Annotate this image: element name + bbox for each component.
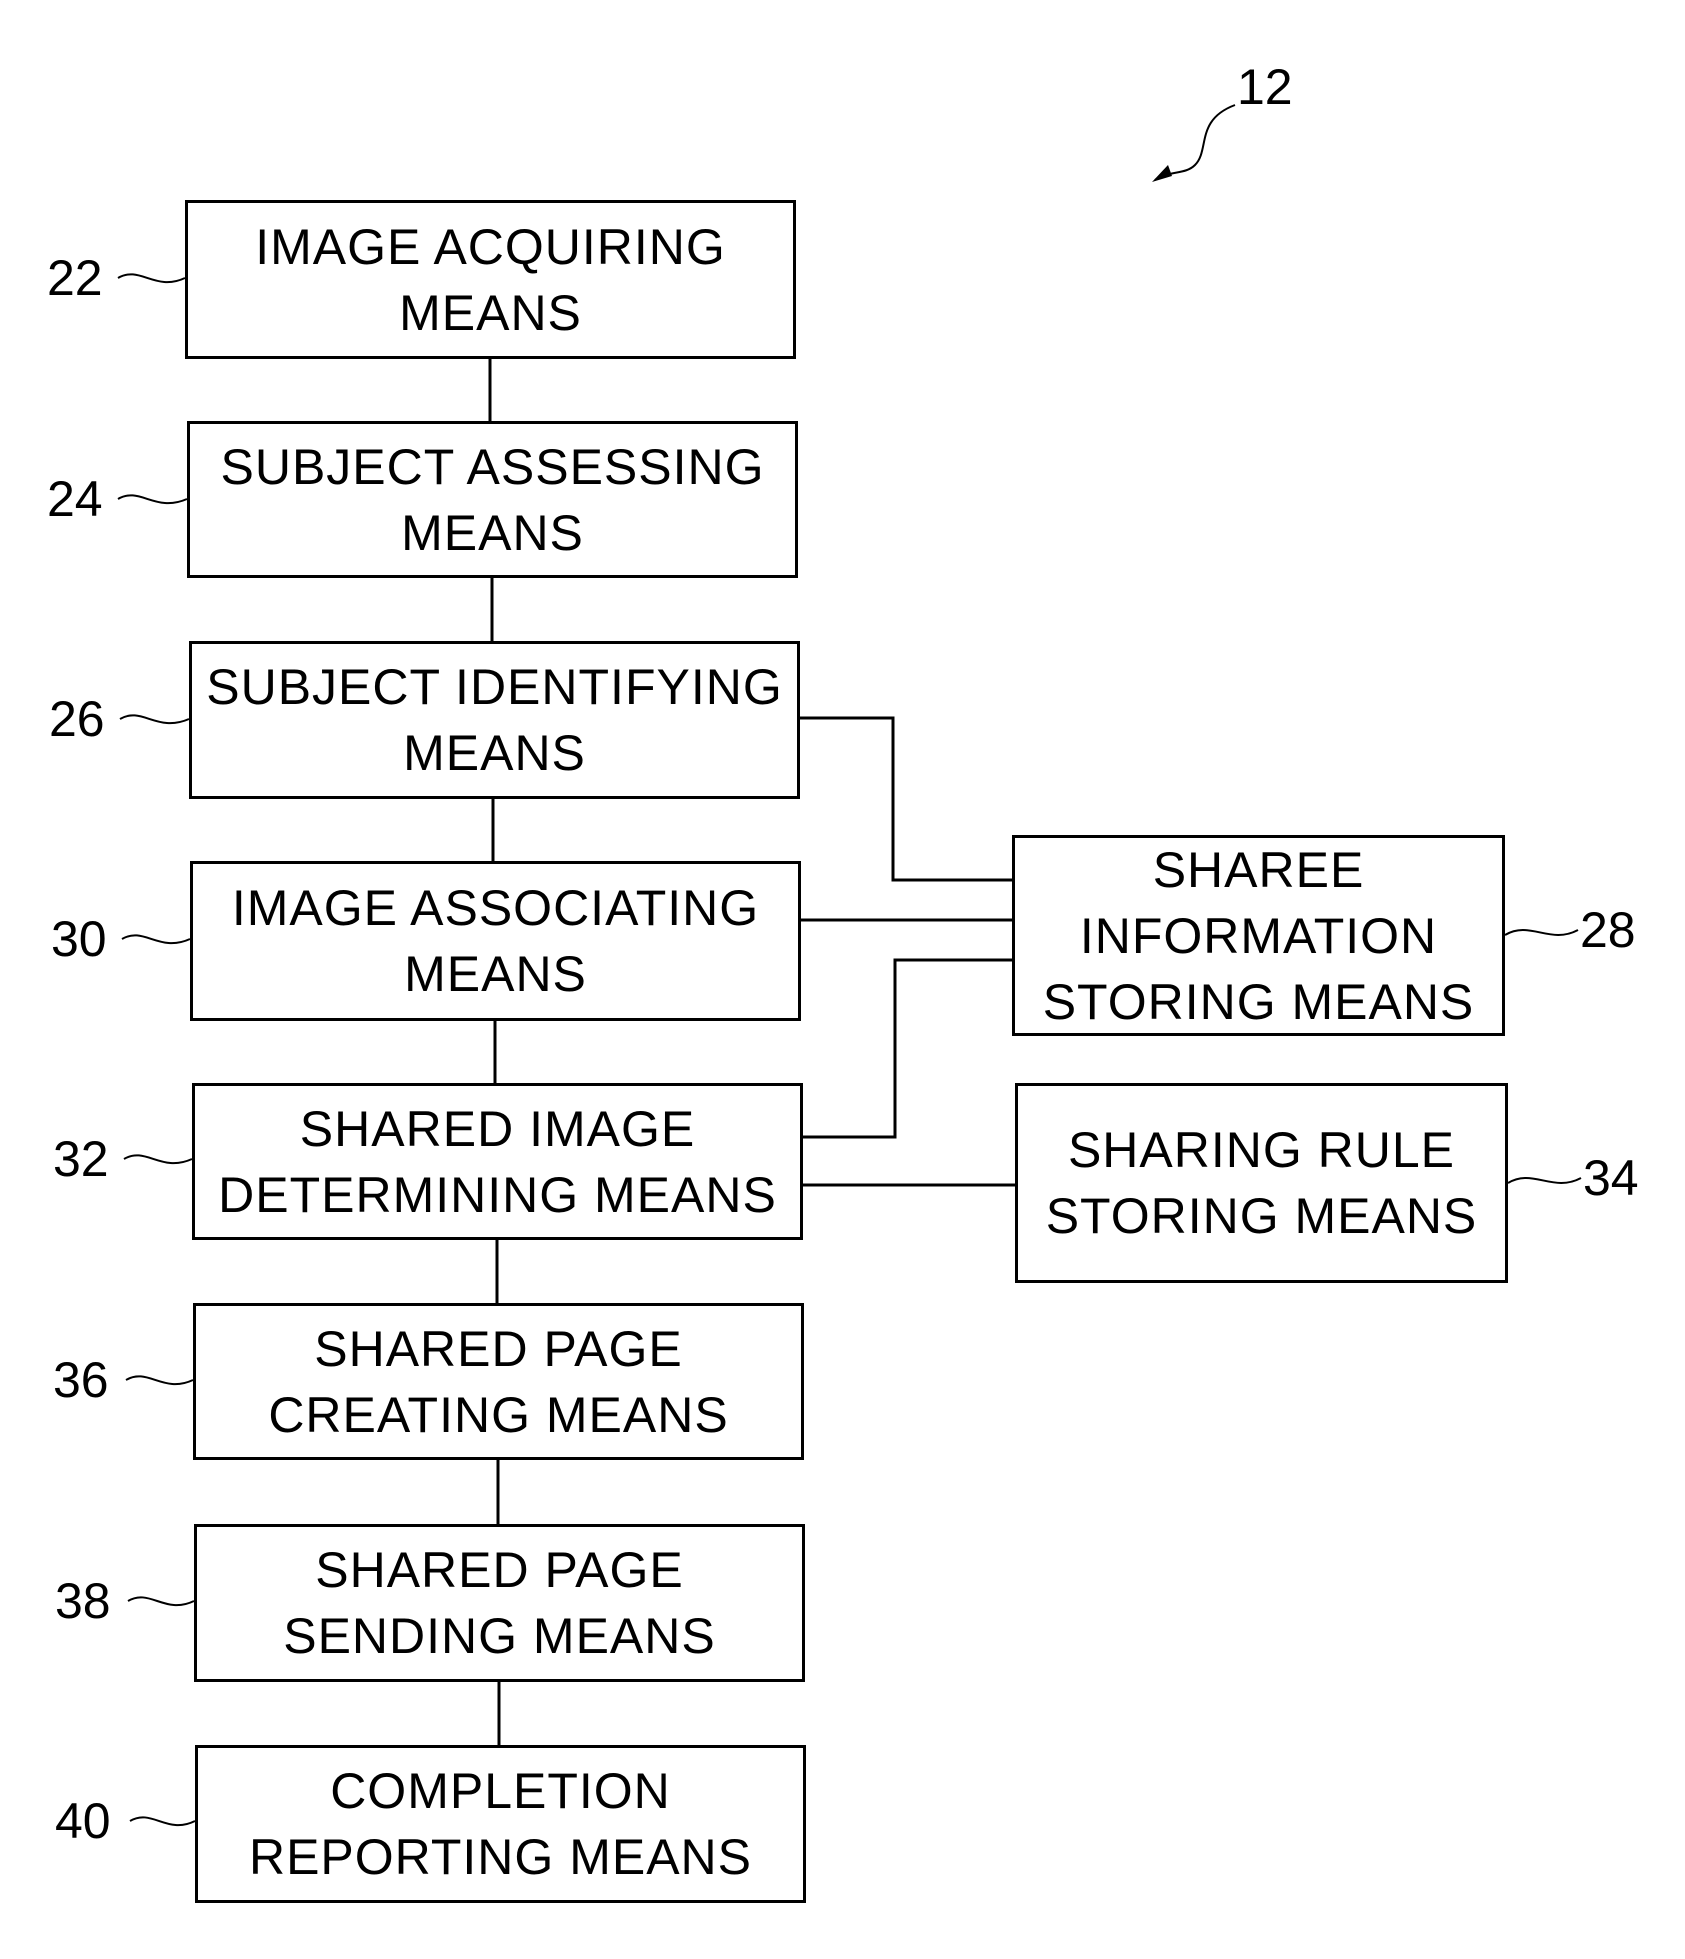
block-label-line: CREATING MEANS [268,1386,729,1443]
ref-36: 36 [53,1352,109,1408]
block-completion-reporting: COMPLETION REPORTING MEANS [195,1745,806,1903]
leader-30 [121,934,191,945]
ref-26: 26 [49,691,105,747]
block-image-associating: IMAGE ASSOCIATING MEANS [190,861,801,1021]
arrowhead-12 [1152,165,1172,182]
connector-26-28 [798,716,1012,882]
block-label-line: REPORTING MEANS [248,1829,753,1885]
leader-38 [127,1596,195,1607]
block-label-line: STORING MEANS [1042,973,1475,1030]
block-shared-page-sending: SHARED PAGE SENDING MEANS [194,1524,805,1682]
block-label-line: MEANS [399,284,582,341]
leader-26 [119,714,190,725]
block-shared-image-determining: SHARED IMAGE DETERMINING MEANS [192,1083,803,1240]
block-label-line: MEANS [403,725,586,781]
leader-24 [117,494,188,505]
block-label-line: MEANS [404,946,587,1002]
block-label-line: IMAGE ASSOCIATING [231,880,760,936]
figure-ref-12: 12 [1237,59,1293,115]
block-label-line: SHARED IMAGE [299,1100,696,1157]
ref-22: 22 [47,250,103,306]
block-sharee-information-storing: SHAREE INFORMATION STORING MEANS [1012,835,1505,1036]
block-label-line: SHAREE [1152,841,1365,898]
block-subject-identifying: SUBJECT IDENTIFYING MEANS [189,641,800,799]
connector-32-28 [802,958,1012,1139]
leader-36 [125,1375,194,1386]
leader-34 [1507,1177,1582,1184]
block-sharing-rule-storing: SHARING RULE STORING MEANS [1015,1083,1508,1283]
leader-32 [123,1154,193,1165]
block-label-line: STORING MEANS [1045,1188,1478,1244]
block-subject-assessing: SUBJECT ASSESSING MEANS [187,421,798,578]
ref-32: 32 [53,1131,109,1187]
leader-22 [117,273,186,284]
block-label-line: INFORMATION [1079,907,1438,964]
block-label-line: SHARED PAGE [315,1542,684,1598]
ref-24: 24 [47,471,103,527]
block-label-line: IMAGE ACQUIRING [255,218,726,275]
block-label-line: COMPLETION [330,1763,671,1819]
block-label-line: DETERMINING MEANS [218,1166,777,1223]
ref-34: 34 [1583,1150,1639,1206]
leader-40 [129,1816,196,1827]
ref-28: 28 [1580,902,1636,958]
leader-28 [1504,929,1579,936]
ref-38: 38 [55,1573,111,1629]
block-label-line: MEANS [401,504,584,561]
block-label-line: SHARED PAGE [314,1320,683,1377]
block-shared-page-creating: SHARED PAGE CREATING MEANS [193,1303,804,1460]
block-label-line: SHARING RULE [1067,1122,1456,1178]
block-image-acquiring: IMAGE ACQUIRING MEANS [185,200,796,359]
block-label-line: SENDING MEANS [283,1608,716,1664]
ref-40: 40 [55,1793,111,1849]
block-label-line: SUBJECT IDENTIFYING [206,659,783,715]
ref-30: 30 [51,911,107,967]
block-label-line: SUBJECT ASSESSING [220,438,765,495]
